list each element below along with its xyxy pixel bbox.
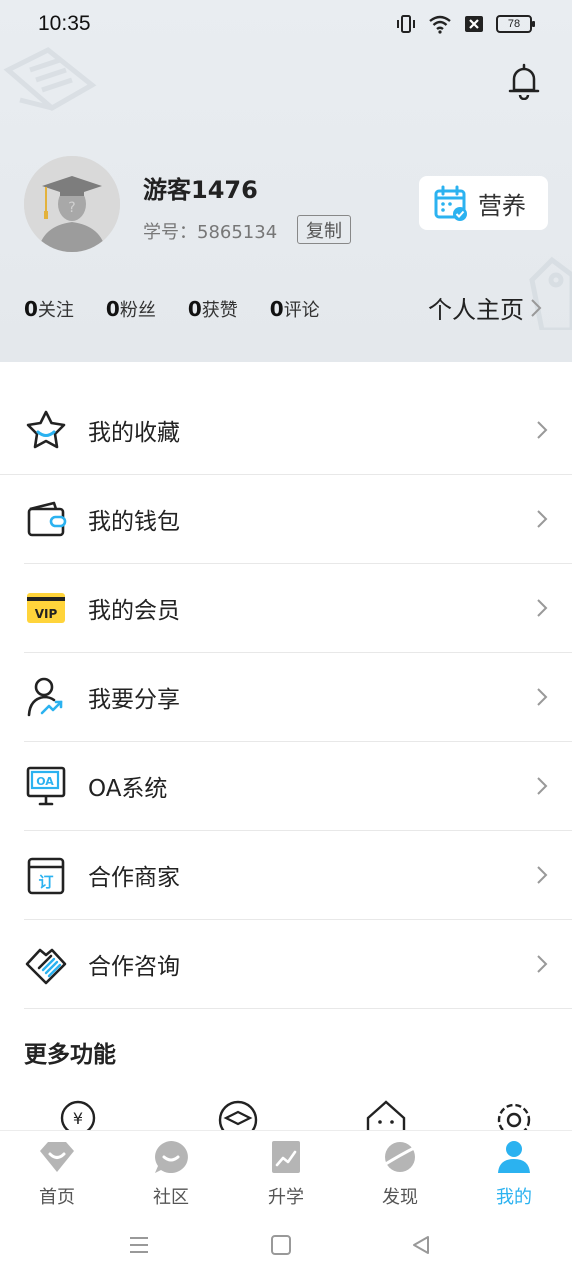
menu-item-oa-system[interactable]: OA OA系统 (0, 742, 572, 830)
tab-label: 发现 (382, 1187, 418, 1208)
chevron-right-icon (537, 599, 548, 617)
menu-item-label: 我的收藏 (88, 420, 180, 446)
star-icon (26, 410, 66, 449)
svg-text:?: ? (68, 200, 75, 216)
menu-item-label: 我的会员 (88, 598, 180, 624)
stat-label: 关注 (37, 300, 74, 321)
tab-label: 升学 (268, 1187, 304, 1208)
sim-off-icon (465, 16, 483, 32)
graduate-avatar-icon: ? (24, 156, 120, 252)
student-id: 学号：5865134 (143, 222, 278, 243)
oa-monitor-icon: OA (26, 766, 66, 806)
battery-indicator: 78 (496, 15, 535, 33)
svg-text:OA: OA (36, 775, 54, 788)
avatar[interactable]: ? (24, 156, 120, 252)
menu-item-merchants[interactable]: 订 合作商家 (0, 831, 572, 919)
username: 游客1476 (143, 176, 258, 204)
nutrition-button[interactable]: 营养 (419, 176, 548, 230)
wallet-icon (27, 501, 67, 537)
menu-item-label: 合作商家 (88, 865, 180, 891)
person-icon (498, 1141, 530, 1173)
stat-label: 评论 (283, 300, 320, 321)
copy-button[interactable]: 复制 (297, 215, 351, 244)
menu-item-consulting[interactable]: 合作咨询 (0, 920, 572, 1008)
handshake-icon (25, 948, 67, 985)
tab-discover[interactable]: 发现 (360, 1139, 440, 1209)
svg-text:¥: ¥ (73, 1109, 83, 1128)
status-time: 10:35 (38, 12, 91, 35)
menu-item-wallet[interactable]: 我的钱包 (0, 475, 572, 563)
stat-count: 0 (105, 297, 120, 321)
vip-icon: VIP (27, 593, 65, 623)
home-square-icon[interactable] (270, 1234, 292, 1256)
graduation-cap-icon[interactable] (216, 1098, 260, 1132)
chevron-right-icon (537, 777, 548, 795)
house-face-icon[interactable] (364, 1098, 408, 1132)
merchant-calendar-icon: 订 (27, 857, 65, 895)
status-bar: 10:35 78 (0, 0, 572, 50)
chart-book-icon (272, 1141, 300, 1173)
profile-header: 10:35 78 ? 游客1476 学号：5865134 复制 营养 0关注 0… (0, 0, 572, 362)
bell-icon[interactable] (506, 62, 542, 100)
svg-text:VIP: VIP (35, 607, 58, 621)
menu-list: 我的收藏 我的钱包 VIP 我的会员 我要分享 OA OA系统 订 合作商家 合… (0, 386, 572, 1009)
more-features-title: 更多功能 (24, 1042, 116, 1068)
stats-row: 0关注 0粉丝 0获赞 0评论 (24, 296, 320, 322)
chat-bubble-icon (155, 1141, 188, 1173)
menu-item-favorites[interactable]: 我的收藏 (0, 386, 572, 474)
chevron-right-icon (531, 298, 542, 317)
tab-label: 社区 (153, 1187, 189, 1208)
planet-icon (382, 1142, 418, 1172)
back-triangle-icon[interactable] (410, 1234, 432, 1256)
tab-community[interactable]: 社区 (131, 1139, 211, 1209)
menu-item-label: 我的钱包 (88, 509, 180, 535)
tab-home[interactable]: 首页 (17, 1139, 97, 1209)
system-nav-bar (0, 1210, 572, 1280)
stat-label: 粉丝 (119, 300, 156, 321)
wifi-icon (429, 15, 451, 34)
status-icons: 78 (396, 14, 535, 34)
menu-item-label: 我要分享 (88, 687, 180, 713)
chevron-right-icon (537, 955, 548, 973)
menu-icon[interactable] (128, 1234, 150, 1256)
svg-text:订: 订 (38, 873, 53, 891)
chevron-right-icon (537, 510, 548, 528)
calendar-check-icon (434, 185, 467, 221)
home-diamond-icon (40, 1142, 74, 1172)
tab-mine[interactable]: 我的 (474, 1139, 554, 1209)
stat-fans[interactable]: 0粉丝 (106, 296, 156, 322)
menu-item-label: OA系统 (88, 776, 168, 802)
stat-follow[interactable]: 0关注 (24, 296, 74, 322)
tab-label: 首页 (39, 1187, 75, 1208)
settings-gear-icon[interactable] (492, 1098, 536, 1132)
stat-count: 0 (24, 297, 38, 321)
more-features-grid: ¥ (0, 1098, 572, 1132)
tab-education[interactable]: 升学 (246, 1139, 326, 1209)
chevron-right-icon (537, 688, 548, 706)
stat-label: 获赞 (201, 300, 238, 321)
profile-link-label: 个人主页 (428, 296, 524, 324)
money-service-icon[interactable]: ¥ (58, 1098, 98, 1132)
bottom-tab-bar: 首页 社区 升学 发现 我的 (0, 1130, 572, 1210)
menu-item-membership[interactable]: VIP 我的会员 (0, 564, 572, 652)
stat-count: 0 (187, 297, 202, 321)
stat-count: 0 (269, 297, 284, 321)
divider (24, 1008, 572, 1009)
stat-likes[interactable]: 0获赞 (188, 296, 238, 322)
chevron-right-icon (537, 421, 548, 439)
profile-homepage-link[interactable]: 个人主页 (428, 290, 542, 325)
share-user-icon (27, 677, 63, 717)
stat-comments[interactable]: 0评论 (270, 296, 320, 322)
nutrition-label: 营养 (478, 191, 526, 220)
chevron-right-icon (537, 866, 548, 884)
tab-label: 我的 (496, 1187, 532, 1208)
vibrate-icon (397, 15, 415, 33)
menu-item-label: 合作咨询 (88, 954, 180, 980)
menu-item-share[interactable]: 我要分享 (0, 653, 572, 741)
